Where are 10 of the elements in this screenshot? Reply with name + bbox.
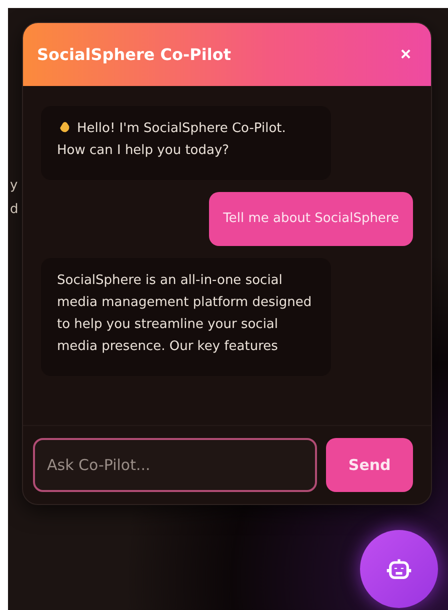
send-button[interactable]: Send [326,438,413,492]
user-message: Tell me about SocialSphere [209,192,413,246]
message-input[interactable]: Ask Co-Pilot... [33,438,318,492]
assistant-button[interactable] [360,530,438,608]
background-text: d [10,202,18,217]
chat-title: SocialSphere Co-Pilot [37,45,232,64]
bot-message: SocialSphere is an all-in-one social media management platform designed to help you streamline your social media presence. Our key features [41,258,331,376]
bot-message: Hello! I'm SocialSphere Co-Pilot. How can I help you today? [41,106,331,180]
background-text: y [10,178,18,193]
close-button[interactable]: × [400,44,411,65]
